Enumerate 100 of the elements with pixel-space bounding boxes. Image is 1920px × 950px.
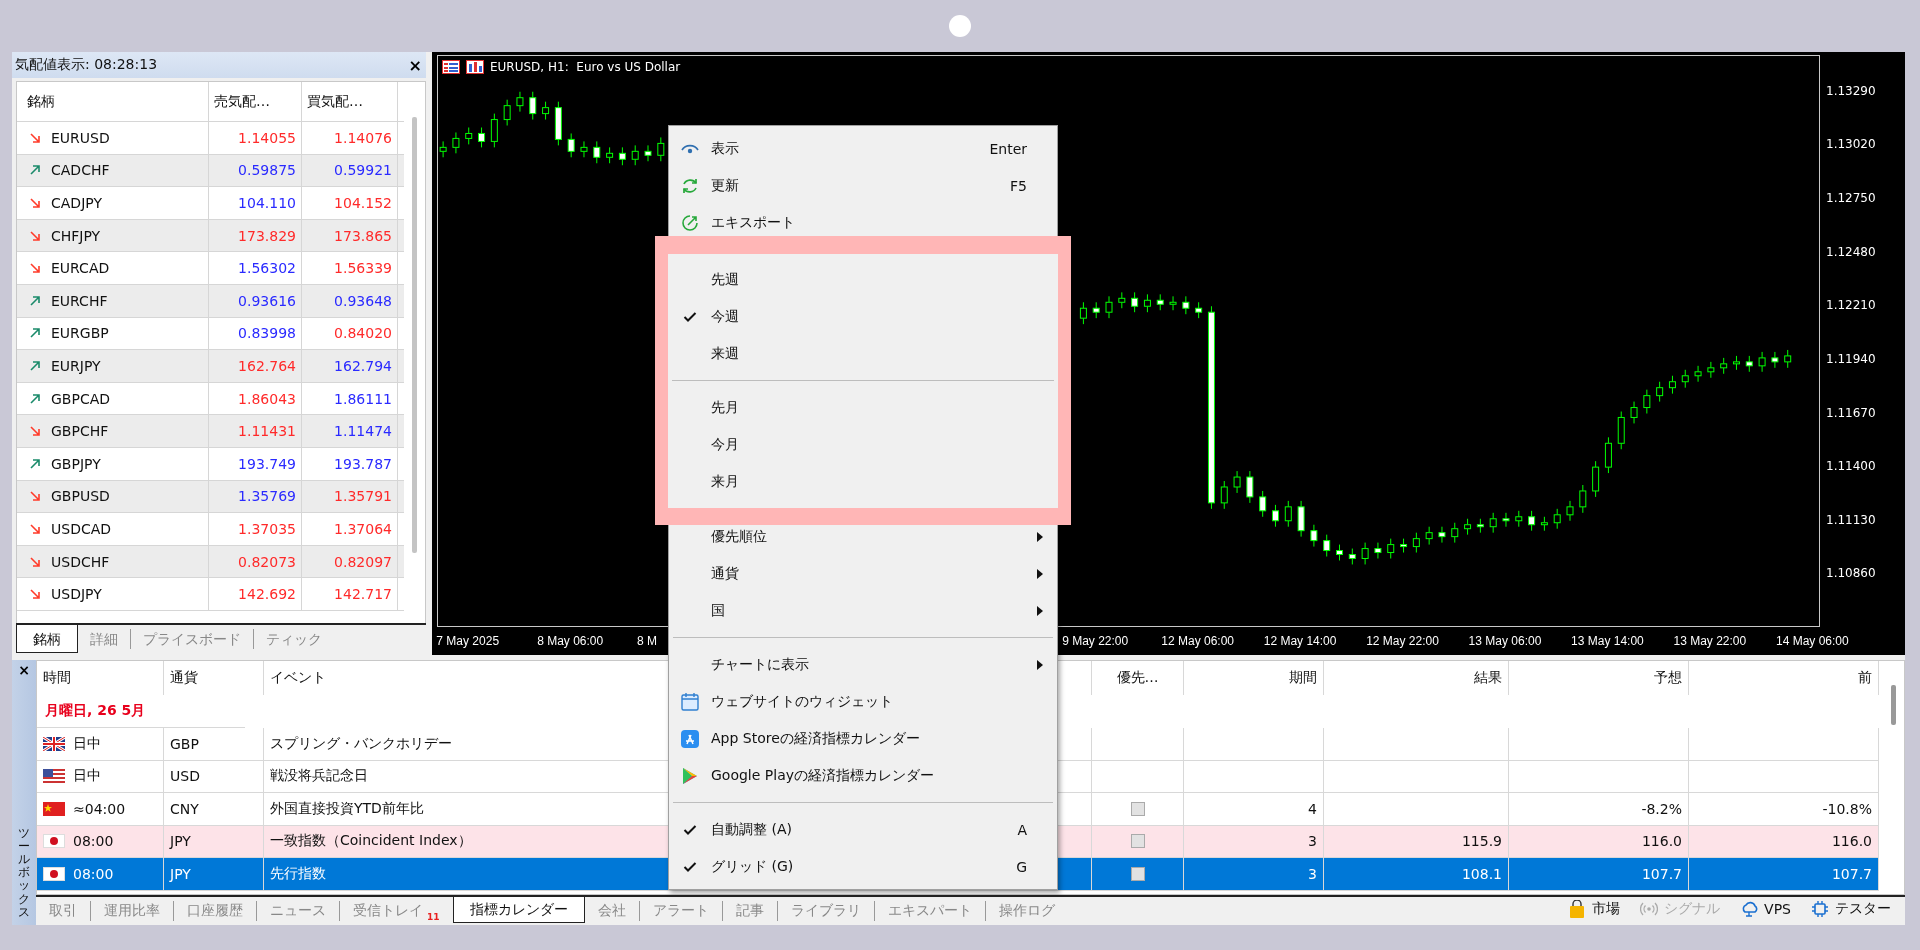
menu-item-label: 通貨 [711,564,740,583]
table-cell: 108.1 [1324,858,1509,891]
bid-price: 193.749 [209,447,302,480]
time-text: 08:00 [73,865,114,882]
ask-price: 104.152 [302,187,398,219]
axis-label: 12 May 14:00 [1263,634,1337,648]
symbol-text: EURCHF [51,292,108,309]
table-cell: GBP [164,728,264,761]
bid-price: 0.83998 [209,317,302,350]
ask-price: 1.11474 [302,415,398,447]
axis-label: 1.11940 [1826,351,1876,366]
axis-label: 8 May 06:00 [537,634,604,648]
ask-price: 0.59921 [302,154,398,187]
bid-price: 1.37035 [209,513,302,545]
ask-price: 0.82097 [302,545,398,578]
shortcut-text: F5 [1010,177,1027,194]
menu-item-label: 今月 [711,435,740,454]
bid-price: 1.56302 [209,252,302,284]
bid-price: 1.35769 [209,480,302,513]
time-text: 日中 [73,734,101,753]
symbol-text: GBPJPY [51,455,101,472]
symbol-text: GBPUSD [51,488,110,505]
axis-label: 1.12480 [1826,244,1876,259]
unread-count: 11 [427,912,440,922]
ask-price: 1.86111 [302,382,398,415]
menu-item-label: 来週 [711,344,740,363]
menu-item-label: ウェブサイトのウィジェット [711,692,894,711]
axis-label: 1.12210 [1826,298,1876,313]
bid-price: 1.14055 [209,122,302,154]
time-text: ≈04:00 [73,800,126,817]
table-cell: CNY [164,793,264,826]
time-text: 日中 [73,767,101,786]
ask-price: 173.865 [302,219,398,252]
ask-price: 1.14076 [302,122,398,154]
bid-price: 162.764 [209,350,302,382]
axis-label: 1.12750 [1826,191,1876,205]
axis-label: 1.13020 [1826,137,1876,152]
menu-item-label: 更新 [711,176,740,195]
menu-item-label: 先週 [711,270,740,289]
axis-label: 13 May 14:00 [1571,634,1644,648]
symbol-text: EURUSD [51,129,110,146]
axis-label: 8 M [637,634,657,648]
symbol-text: USDCHF [51,553,110,570]
menu-item-label: Google Playの経済指標カレンダー [711,766,935,785]
symbol-text: USDCAD [51,520,112,537]
axis-label: 1.11670 [1826,405,1876,420]
axis-label: 1.11130 [1826,512,1876,527]
menu-item-label: グリッド (G) [711,857,795,876]
menu-item-label: 今週 [711,307,740,326]
symbol-text: EURCAD [51,260,110,277]
symbol-text: GBPCAD [51,390,111,407]
table-cell: -8.2% [1509,793,1689,826]
bid-price: 0.82073 [209,545,302,578]
symbol-text: GBPCHF [51,423,109,440]
symbol-text: USDJPY [51,586,102,603]
axis-label: 14 May 06:00 [1775,634,1849,648]
bid-price: 104.110 [209,187,302,219]
menu-item-label: エキスポート [711,213,796,232]
menu-item-label: 表示 [711,139,740,158]
axis-label: 1.13290 [1826,83,1876,98]
symbol-text: CADCHF [51,162,110,179]
chart-title: EURUSD, H1: Euro vs US Dollar [490,60,681,74]
table-cell: 3 [1184,858,1324,891]
axis-label: 13 May 06:00 [1468,634,1542,648]
table-cell: -10.8% [1689,793,1879,826]
ask-price: 1.56339 [302,252,398,284]
bid-price: 173.829 [209,219,302,252]
table-cell: JPY [164,858,264,891]
axis-label: 1.10860 [1826,566,1876,581]
axis-label: 12 May 22:00 [1366,634,1439,648]
symbol-text: CADJPY [51,195,102,211]
ask-price: 162.794 [302,350,398,382]
bid-price: 0.59875 [209,154,302,187]
ask-price: 1.37064 [302,513,398,545]
shortcut-text: Enter [989,140,1027,157]
menu-item-label: 国 [711,601,726,620]
panel-title: ツールボックス [18,826,30,919]
ask-price: 0.93648 [302,284,398,317]
menu-item-label: 来月 [711,472,740,491]
menu-item-label: チャートに表示 [711,655,810,674]
symbol-text: EURGBP [51,325,109,342]
ask-price: 0.84020 [302,317,398,350]
bid-price: 0.93616 [209,284,302,317]
time-text: 08:00 [73,833,114,850]
axis-label: 9 May 22:00 [1062,634,1129,648]
table-cell: 107.7 [1689,858,1879,891]
menu-item-label: App Storeの経済指標カレンダー [711,729,921,748]
table-cell: 4 [1184,793,1324,826]
shortcut-text: G [1016,858,1027,875]
panel-title: 気配値表示: 08:28:13 [15,56,158,74]
bid-price: 1.11431 [209,415,302,447]
menu-item-label: 先月 [711,398,740,417]
axis-label: 1.11400 [1826,459,1876,474]
axis-label: 13 May 22:00 [1673,634,1747,648]
bid-price: 1.86043 [209,382,302,415]
axis-label: 7 May 2025 [436,634,500,648]
symbol-text: CHFJPY [51,227,101,244]
ask-price: 193.787 [302,447,398,480]
axis-label: 12 May 06:00 [1161,634,1234,648]
symbol-text: EURJPY [51,357,101,374]
